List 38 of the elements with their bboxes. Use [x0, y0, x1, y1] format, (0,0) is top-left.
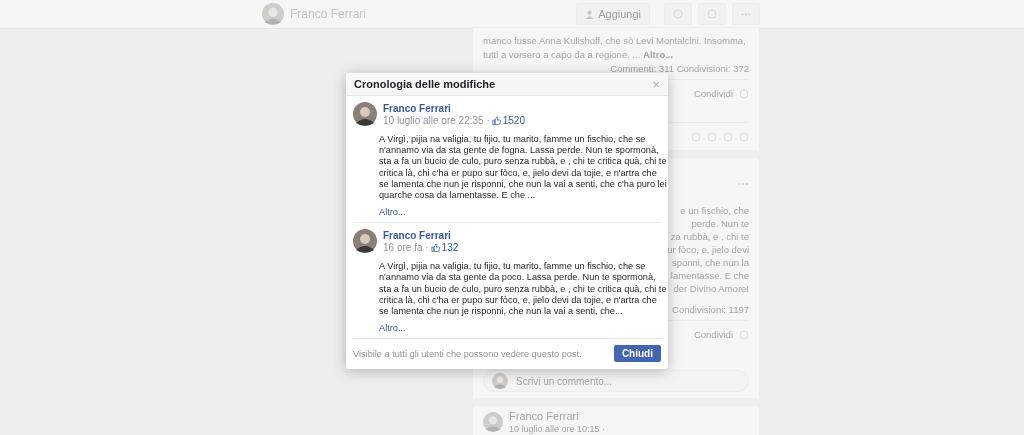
post-text-line: der Divino Amore!: [673, 282, 749, 295]
post-time: 16 ore fa ·: [383, 241, 429, 253]
more-link[interactable]: Altro...: [379, 207, 406, 218]
post-stats: Condivisioni: 1197: [672, 303, 749, 316]
post-text-line: manco fusse Anna Kulishoff, che sò Levi Montalcini. Insomma,: [483, 34, 747, 48]
post-text-line: lamentasse. E che: [670, 269, 749, 282]
avatar: [492, 373, 508, 389]
visibility-note: Visibile a tutti gli utenti che possono vedere questo post.: [353, 348, 582, 359]
post-text: A Virgì, pijia na valigia, tu fijio, tu marito, famme un fischio, che se n'annamo via da sta gente da poco. Lassa perde. Nun te spormonà, sta a fa un bucio de culo, puro senza rubbà, e , chi te critica quà, chi te critica là, chi c'ha er pupo sur fòco, e, jielo devi da tojie, e n'artra che se lamenta che nun je risponni, che nun la vai a senti, che...: [379, 261, 667, 318]
post-stats: Commenti: 311 Condivisioni: 372: [610, 62, 749, 75]
post-text-line: e un fischio, che: [680, 204, 749, 217]
post-time: 10 luglio alle ore 10:15 ·: [509, 424, 606, 435]
post-text-line: sponni, che nun la: [671, 256, 749, 269]
more-icon[interactable]: [737, 182, 749, 186]
like-count[interactable]: 132: [441, 241, 459, 253]
person-icon: [585, 9, 595, 19]
author-link[interactable]: Franco Ferrari: [383, 102, 525, 114]
more-button[interactable]: [732, 3, 760, 25]
post-text-line: tutti a vorsero a capo da a regione. ... Altro...: [483, 48, 675, 62]
post-time: 10 luglio alle ore 22:35 ·: [383, 114, 490, 126]
dialog-title: Cronologia delle modifiche: [354, 78, 496, 90]
thumbs-up-icon: [491, 115, 501, 125]
avatar: [353, 229, 377, 254]
more-link[interactable]: Altro...: [379, 323, 406, 334]
avatar: [262, 3, 284, 25]
thumbs-up-icon: [430, 242, 440, 252]
like-count[interactable]: 1520: [502, 114, 525, 126]
post-text-line: ur fòco, e, jielo devi: [667, 243, 749, 256]
post-text: A Virgì, pijia na valigia, tu fijio, tu marito, famme un fischio, che se n'annamo via da sta gente de fogna. Lassa perde. Nun te spormonà, sta a fa un bucio de culo, puro senza rubbà, e , chi te critica quà, chi te critica là, chi c'ha er pupo sur fòco, e, jielo devi da tojie, e n'artra che se lamenta che nun je risponni, che nun la vai a senti, che c'ha puro lei quarche cosa da lamentasse. E che ...: [379, 134, 667, 202]
post-text-line: za rubbà, e , chi te: [670, 230, 749, 243]
post-text-line: perde. Nun te: [691, 217, 749, 230]
briefcase-button[interactable]: [698, 3, 726, 25]
author-link[interactable]: Franco Ferrari: [383, 229, 459, 241]
avatar: [353, 102, 377, 126]
avatar: [483, 412, 503, 432]
close-button[interactable]: Chiudi: [613, 345, 661, 363]
messenger-button[interactable]: [664, 3, 692, 25]
more-icon: [741, 12, 751, 16]
